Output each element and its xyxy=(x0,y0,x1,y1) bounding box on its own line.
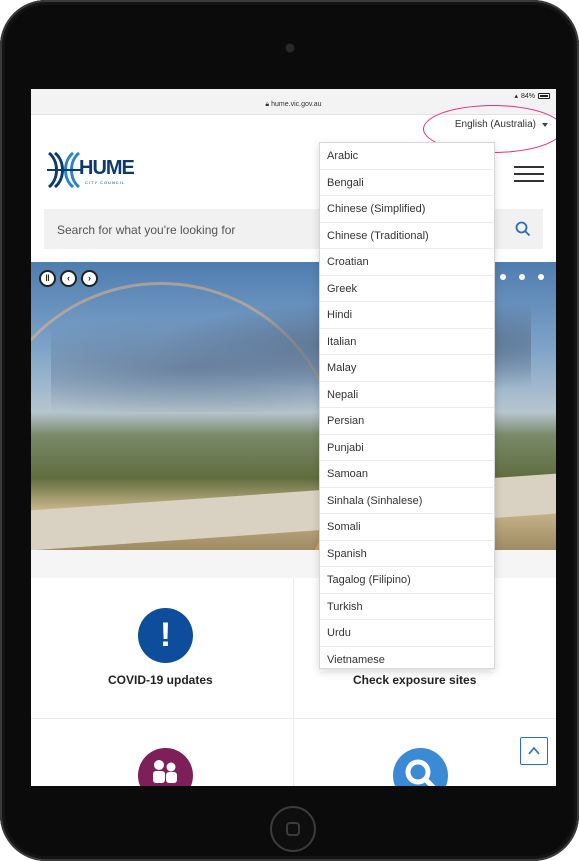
language-option[interactable]: Malay xyxy=(320,355,494,382)
home-square-icon xyxy=(286,822,300,836)
language-option[interactable]: Somali xyxy=(320,514,494,541)
lock-icon: 🔒︎ xyxy=(265,101,270,108)
language-option[interactable]: Spanish xyxy=(320,541,494,567)
battery-percent: 84% xyxy=(520,92,535,100)
language-option[interactable]: Punjabi xyxy=(320,435,494,461)
language-option[interactable]: Turkish xyxy=(320,594,494,620)
screen: 🔒︎ hume.vic.gov.au ▴ 84% English (Austra… xyxy=(31,89,556,786)
language-option[interactable]: Greek xyxy=(320,276,494,302)
language-option[interactable]: Croatian xyxy=(320,249,494,276)
carousel-dots xyxy=(500,274,544,280)
language-option[interactable]: Arabic xyxy=(320,143,494,170)
carousel-dot[interactable] xyxy=(500,274,506,280)
tile-exposure-label[interactable]: Check exposure sites xyxy=(353,673,476,687)
pause-icon[interactable]: ‖ xyxy=(39,270,56,287)
people-icon[interactable] xyxy=(138,748,193,786)
language-option[interactable]: Bengali xyxy=(320,170,494,196)
carousel-dot[interactable] xyxy=(519,274,525,280)
exclamation-icon[interactable]: ! xyxy=(138,608,193,663)
tile-divider xyxy=(31,718,556,719)
carousel-controls: ‖ ‹ › xyxy=(39,270,98,287)
menu-button[interactable] xyxy=(514,166,544,184)
language-dropdown: Arabic Bengali Chinese (Simplified) Chin… xyxy=(319,142,495,673)
chevron-up-icon xyxy=(528,746,540,755)
language-option[interactable]: Urdu xyxy=(320,620,494,647)
status-indicators: ▴ 84% xyxy=(514,92,550,100)
camera xyxy=(286,44,294,52)
tile-divider xyxy=(293,578,294,786)
language-option[interactable]: Nepali xyxy=(320,382,494,408)
search-icon[interactable] xyxy=(515,221,531,237)
language-option[interactable]: Italian xyxy=(320,329,494,355)
tablet-frame: 🔒︎ hume.vic.gov.au ▴ 84% English (Austra… xyxy=(0,0,579,861)
logo-text: HUME xyxy=(79,157,135,179)
language-option[interactable]: Samoan xyxy=(320,461,494,488)
language-option[interactable]: Chinese (Traditional) xyxy=(320,223,494,249)
carousel-dot[interactable] xyxy=(538,274,544,280)
language-option[interactable]: Sinhala (Sinhalese) xyxy=(320,488,494,514)
language-option[interactable]: Tagalog (Filipino) xyxy=(320,567,494,594)
logo-subtext: CITY COUNCIL xyxy=(85,180,126,185)
hamburger-icon-line xyxy=(514,166,544,168)
language-option[interactable]: Chinese (Simplified) xyxy=(320,196,494,223)
language-option[interactable]: Vietnamese xyxy=(320,647,494,673)
url-text: hume.vic.gov.au xyxy=(271,101,322,108)
chevron-right-icon[interactable]: › xyxy=(81,270,98,287)
battery-icon xyxy=(538,93,550,99)
search-icon[interactable] xyxy=(393,748,448,786)
signal-icon: ▴ xyxy=(514,93,518,100)
search-input[interactable]: Search for what you're looking for xyxy=(57,223,235,237)
home-button[interactable] xyxy=(270,806,316,852)
tile-covid-label[interactable]: COVID-19 updates xyxy=(108,673,213,687)
language-option[interactable]: Hindi xyxy=(320,302,494,329)
chevron-left-icon[interactable]: ‹ xyxy=(60,270,77,287)
hamburger-icon-line xyxy=(514,173,544,175)
hume-logo[interactable]: HUME CITY COUNCIL xyxy=(45,147,141,193)
hamburger-icon-line xyxy=(514,180,544,182)
language-option[interactable]: Persian xyxy=(320,408,494,435)
back-to-top-button[interactable] xyxy=(520,737,548,765)
